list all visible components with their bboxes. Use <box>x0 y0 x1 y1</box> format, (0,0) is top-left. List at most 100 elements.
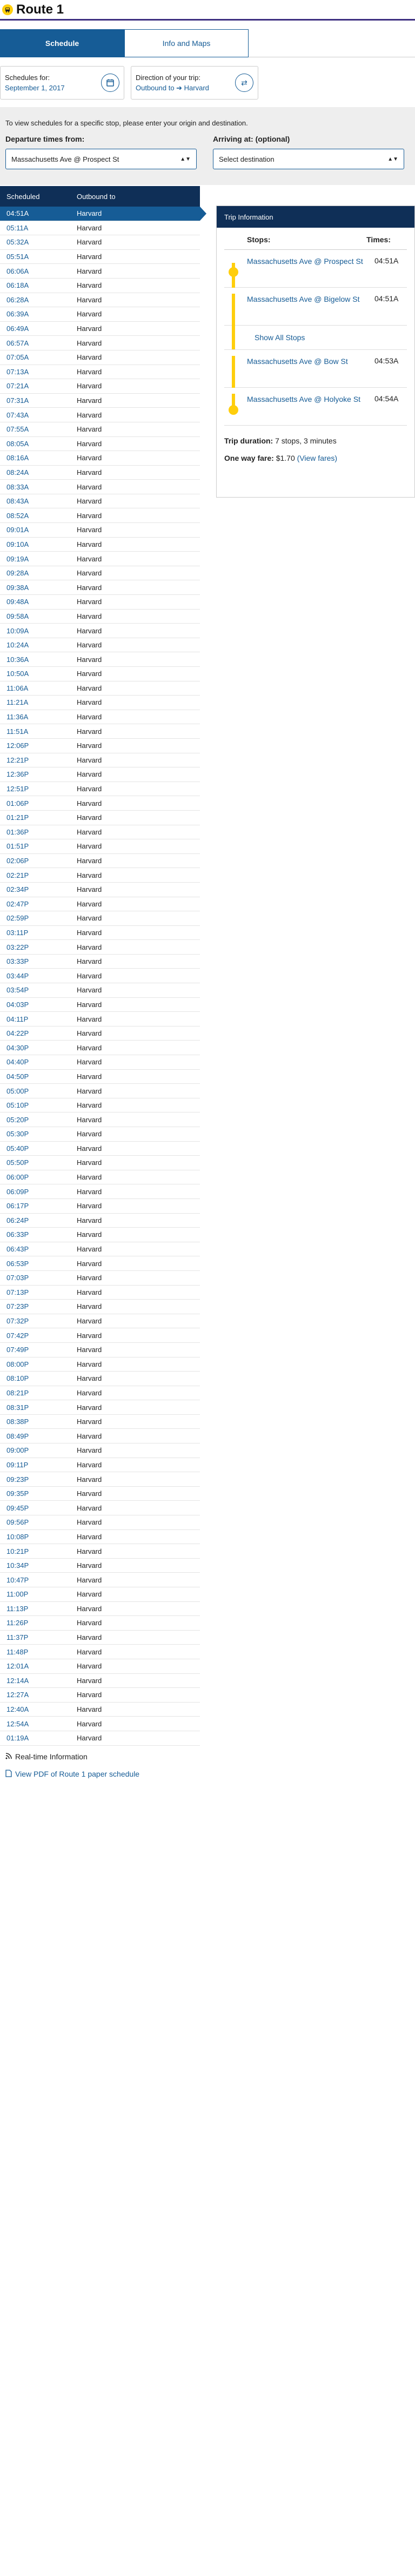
table-row[interactable]: 02:34P Harvard <box>0 883 200 897</box>
stop-name-link[interactable]: Massachusetts Ave @ Bow St <box>247 356 374 387</box>
date-selector[interactable]: Schedules for: September 1, 2017 <box>0 66 124 100</box>
table-row[interactable]: 07:21A Harvard <box>0 379 200 394</box>
table-row[interactable]: 07:49P Harvard <box>0 1343 200 1357</box>
table-row[interactable]: 08:49P Harvard <box>0 1429 200 1444</box>
direction-selector[interactable]: Direction of your trip: Outbound to ➔ Ha… <box>131 66 258 100</box>
stop-name-link[interactable]: Massachusetts Ave @ Prospect St <box>247 256 374 287</box>
table-row[interactable]: 05:40P Harvard <box>0 1142 200 1156</box>
table-row[interactable]: 09:00P Harvard <box>0 1443 200 1458</box>
table-row[interactable]: 10:36A Harvard <box>0 652 200 667</box>
table-row[interactable]: 06:00P Harvard <box>0 1170 200 1185</box>
table-row[interactable]: 08:24A Harvard <box>0 466 200 480</box>
view-fares-link[interactable]: (View fares) <box>297 454 337 462</box>
table-row[interactable]: 09:19A Harvard <box>0 552 200 566</box>
table-row[interactable]: 08:21P Harvard <box>0 1386 200 1401</box>
table-row[interactable]: 09:48A Harvard <box>0 595 200 610</box>
table-row[interactable]: 10:08P Harvard <box>0 1530 200 1545</box>
table-row[interactable]: 08:31P Harvard <box>0 1400 200 1415</box>
table-row[interactable]: 07:32P Harvard <box>0 1314 200 1329</box>
table-row[interactable]: 11:37P Harvard <box>0 1631 200 1645</box>
table-row[interactable]: 08:16A Harvard <box>0 451 200 466</box>
table-row[interactable]: 05:10P Harvard <box>0 1098 200 1113</box>
table-row[interactable]: 01:36P Harvard <box>0 825 200 840</box>
table-row[interactable]: 12:21P Harvard <box>0 753 200 768</box>
table-row[interactable]: 08:10P Harvard <box>0 1372 200 1386</box>
destination-select[interactable]: Select destination ▲▼ <box>213 149 404 169</box>
table-row[interactable]: 03:22P Harvard <box>0 940 200 955</box>
table-row[interactable]: 12:01A Harvard <box>0 1659 200 1674</box>
table-row[interactable]: 10:50A Harvard <box>0 667 200 681</box>
table-row[interactable]: 11:36A Harvard <box>0 710 200 725</box>
table-row[interactable]: 07:42P Harvard <box>0 1328 200 1343</box>
table-row[interactable]: 08:33A Harvard <box>0 480 200 494</box>
table-row[interactable]: 09:10A Harvard <box>0 538 200 552</box>
table-row[interactable]: 01:19A Harvard <box>0 1731 200 1746</box>
table-row[interactable]: 10:24A Harvard <box>0 638 200 653</box>
table-row[interactable]: 08:38P Harvard <box>0 1415 200 1429</box>
table-row[interactable]: 06:43P Harvard <box>0 1242 200 1257</box>
show-all-stops-link[interactable]: Show All Stops <box>224 326 407 350</box>
table-row[interactable]: 05:50P Harvard <box>0 1156 200 1170</box>
table-row[interactable]: 05:00P Harvard <box>0 1084 200 1098</box>
table-row[interactable]: 11:13P Harvard <box>0 1602 200 1617</box>
table-row[interactable]: 08:05A Harvard <box>0 437 200 452</box>
table-row[interactable]: 09:56P Harvard <box>0 1515 200 1530</box>
table-row[interactable]: 09:01A Harvard <box>0 523 200 538</box>
table-row[interactable]: 12:40A Harvard <box>0 1703 200 1717</box>
table-row[interactable]: 02:59P Harvard <box>0 911 200 926</box>
table-row[interactable]: 05:20P Harvard <box>0 1112 200 1127</box>
table-row[interactable]: 07:03P Harvard <box>0 1271 200 1286</box>
table-row[interactable]: 11:51A Harvard <box>0 724 200 739</box>
table-row[interactable]: 09:45P Harvard <box>0 1501 200 1516</box>
swap-direction-icon[interactable]: ⇄ <box>235 74 253 92</box>
table-row[interactable]: 07:23P Harvard <box>0 1300 200 1314</box>
table-row[interactable]: 04:11P Harvard <box>0 1012 200 1027</box>
table-row[interactable]: 06:24P Harvard <box>0 1214 200 1228</box>
table-row[interactable]: 07:43A Harvard <box>0 408 200 422</box>
table-row[interactable]: 08:52A Harvard <box>0 508 200 524</box>
table-row[interactable]: 06:17P Harvard <box>0 1199 200 1214</box>
table-row[interactable]: 09:58A Harvard <box>0 610 200 624</box>
table-row[interactable]: 07:31A Harvard <box>0 394 200 408</box>
origin-select[interactable]: Massachusetts Ave @ Prospect St ▲▼ <box>5 149 197 169</box>
table-row[interactable]: 04:30P Harvard <box>0 1041 200 1056</box>
pdf-schedule-link[interactable]: View PDF of Route 1 paper schedule <box>5 1769 415 1779</box>
table-row[interactable]: 03:44P Harvard <box>0 969 200 984</box>
table-row[interactable]: 04:51A Harvard <box>0 207 206 221</box>
table-row[interactable]: 06:57A Harvard <box>0 336 200 350</box>
table-row[interactable]: 01:06P Harvard <box>0 796 200 811</box>
table-row[interactable]: 01:51P Harvard <box>0 839 200 854</box>
table-row[interactable]: 09:11P Harvard <box>0 1458 200 1473</box>
table-row[interactable]: 06:33P Harvard <box>0 1228 200 1242</box>
table-row[interactable]: 02:21P Harvard <box>0 868 200 883</box>
table-row[interactable]: 07:13A Harvard <box>0 365 200 380</box>
table-row[interactable]: 11:21A Harvard <box>0 696 200 710</box>
table-row[interactable]: 03:33P Harvard <box>0 955 200 969</box>
table-row[interactable]: 06:28A Harvard <box>0 293 200 308</box>
table-row[interactable]: 12:36P Harvard <box>0 767 200 782</box>
table-row[interactable]: 12:14A Harvard <box>0 1674 200 1688</box>
table-row[interactable]: 02:06P Harvard <box>0 854 200 869</box>
table-row[interactable]: 11:06A Harvard <box>0 681 200 696</box>
table-row[interactable]: 04:50P Harvard <box>0 1070 200 1084</box>
table-row[interactable]: 10:09A Harvard <box>0 624 200 638</box>
table-row[interactable]: 03:11P Harvard <box>0 926 200 941</box>
table-row[interactable]: 06:49A Harvard <box>0 322 200 336</box>
table-row[interactable]: 12:06P Harvard <box>0 739 200 753</box>
table-row[interactable]: 08:43A Harvard <box>0 494 200 509</box>
table-row[interactable]: 05:32A Harvard <box>0 235 200 250</box>
table-row[interactable]: 06:09P Harvard <box>0 1184 200 1199</box>
tab-schedule[interactable]: Schedule <box>0 29 124 57</box>
table-row[interactable]: 08:00P Harvard <box>0 1357 200 1372</box>
table-row[interactable]: 07:13P Harvard <box>0 1286 200 1300</box>
stop-name-link[interactable]: Massachusetts Ave @ Bigelow St <box>247 294 374 325</box>
table-row[interactable]: 10:21P Harvard <box>0 1544 200 1559</box>
table-row[interactable]: 02:47P Harvard <box>0 897 200 912</box>
table-row[interactable]: 05:51A Harvard <box>0 250 200 264</box>
table-row[interactable]: 05:11A Harvard <box>0 221 200 236</box>
stop-name-link[interactable]: Massachusetts Ave @ Holyoke St <box>247 394 374 425</box>
table-row[interactable]: 06:06A Harvard <box>0 264 200 279</box>
table-row[interactable]: 11:48P Harvard <box>0 1645 200 1659</box>
table-row[interactable]: 09:35P Harvard <box>0 1487 200 1501</box>
table-row[interactable]: 10:34P Harvard <box>0 1559 200 1573</box>
